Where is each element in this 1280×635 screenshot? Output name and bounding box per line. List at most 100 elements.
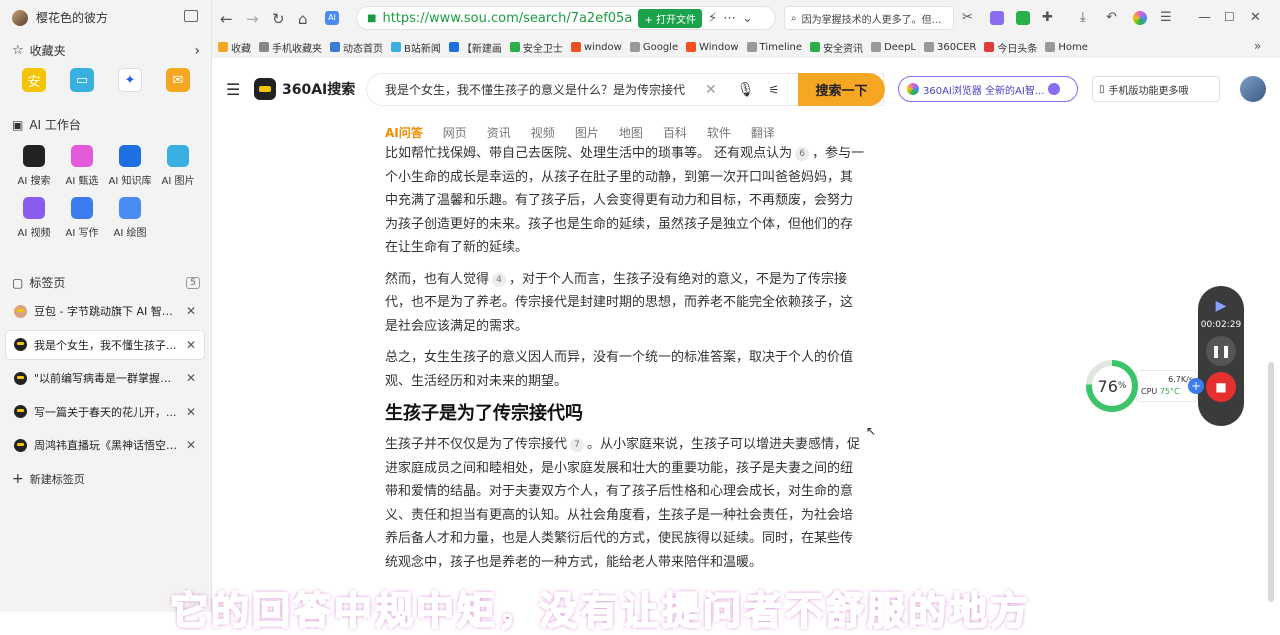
- ai-extension-icon[interactable]: AI: [325, 11, 339, 25]
- paragraph: 然而，也有人觉得 4 ，对于个人而言，生孩子没有绝对的意义，不是为了传宗接代，也不是…: [385, 268, 865, 339]
- baidu-app-icon[interactable]: ✦: [118, 68, 142, 92]
- camera-icon[interactable]: ▶: [1216, 298, 1227, 314]
- sidebar-tab-item[interactable]: "以前编写病毒是一群掌握技... ✕: [6, 364, 204, 392]
- back-icon[interactable]: ←: [220, 10, 233, 28]
- citation-badge[interactable]: 7: [570, 438, 585, 452]
- toolbar-search-text: 因为掌握技术的人更多了。但...: [801, 14, 942, 26]
- home-icon[interactable]: ⌂: [298, 10, 308, 28]
- ai-tool-item[interactable]: AI 视频: [10, 197, 58, 239]
- toolbar-search-box[interactable]: ⌕ 因为掌握技术的人更多了。但...: [784, 6, 954, 30]
- scrollbar[interactable]: [1268, 362, 1274, 602]
- pause-button[interactable]: ❚❚: [1206, 336, 1236, 366]
- search-tab[interactable]: 百科: [663, 124, 687, 141]
- menu-icon[interactable]: ☰: [1160, 10, 1172, 25]
- reload-icon[interactable]: ↻: [272, 10, 285, 28]
- filter-icon[interactable]: ⚟: [769, 83, 780, 97]
- microphone-icon[interactable]: 🎙: [737, 82, 755, 98]
- bookmark-item[interactable]: Window: [686, 42, 739, 53]
- bookmark-item[interactable]: 收藏: [218, 40, 251, 55]
- 360ai-favicon-icon: [14, 371, 27, 385]
- widget-plus-icon[interactable]: +: [1188, 378, 1204, 394]
- maximize-icon[interactable]: ☐: [1224, 10, 1235, 24]
- close-tab-icon[interactable]: ✕: [186, 338, 196, 352]
- bookmark-item[interactable]: window: [570, 42, 622, 53]
- query-text[interactable]: 我是个女生，我不懂生孩子的意义是什么？是为传宗接代，还: [385, 81, 685, 98]
- mobile-text: 手机版功能更多哦: [1108, 85, 1189, 97]
- hamburger-icon[interactable]: ☰: [226, 80, 240, 99]
- profile[interactable]: 樱花色的彼方: [12, 9, 108, 26]
- promo-text: 360AI浏览器 全新的AI智...: [923, 85, 1045, 97]
- ai-tool-item[interactable]: AI 写作: [58, 197, 106, 239]
- close-tab-icon[interactable]: ✕: [186, 438, 196, 452]
- search-tab[interactable]: 网页: [443, 124, 467, 141]
- more-icon[interactable]: ⋯: [723, 11, 736, 26]
- dropdown-icon[interactable]: ⌄: [742, 11, 753, 26]
- minimize-icon[interactable]: —: [1198, 10, 1211, 25]
- sidebar-tab-item[interactable]: 写一篇关于春天的花儿开，... ✕: [6, 398, 204, 426]
- close-window-icon[interactable]: ✕: [1250, 10, 1261, 25]
- bookmark-item[interactable]: 【新建画: [448, 40, 502, 55]
- bookmark-item[interactable]: 今日头条: [984, 40, 1037, 55]
- bookmark-item[interactable]: B站新闻: [391, 40, 441, 55]
- bookmark-item[interactable]: Home: [1045, 42, 1088, 53]
- bookmark-item[interactable]: Timeline: [746, 42, 802, 53]
- ai-tool-item[interactable]: AI 知识库: [106, 145, 154, 187]
- close-tab-icon[interactable]: ✕: [186, 405, 196, 419]
- bookmark-item[interactable]: 安全卫士: [509, 40, 563, 55]
- sidebar-tab-item[interactable]: 我是个女生，我不懂生孩子... ✕: [6, 330, 204, 359]
- bookmark-item[interactable]: 360CER: [924, 42, 976, 53]
- search-tab[interactable]: AI问答: [385, 124, 423, 141]
- extensions-icon[interactable]: ✚: [1042, 10, 1053, 25]
- bolt-icon[interactable]: ⚡: [708, 11, 717, 26]
- wechat-icon[interactable]: [1016, 11, 1030, 25]
- citation-badge[interactable]: 4: [492, 272, 507, 287]
- bookmark-label: 安全资讯: [823, 43, 864, 55]
- sidebar-toggle-icon[interactable]: [184, 10, 198, 22]
- ai-assistant-icon[interactable]: [1133, 11, 1147, 25]
- ai-tool-item[interactable]: AI 甄选: [58, 145, 106, 187]
- search-tab[interactable]: 视频: [531, 124, 555, 141]
- bookmark-item[interactable]: Google: [629, 42, 678, 53]
- more-bookmarks-icon[interactable]: »: [1254, 39, 1261, 53]
- undo-icon[interactable]: ↶: [1106, 10, 1117, 25]
- mail-app-icon[interactable]: ✉: [166, 68, 190, 92]
- stop-button[interactable]: ■: [1206, 372, 1236, 402]
- favorites-header[interactable]: ☆ 收藏夹 ›: [12, 42, 200, 59]
- tabs-count: 5: [186, 276, 200, 289]
- mobile-version-link[interactable]: ▯ 手机版功能更多哦: [1092, 76, 1220, 102]
- search-tab[interactable]: 资讯: [487, 124, 511, 141]
- address-bar[interactable]: ■ https://www.sou.com/search/7a2ef05ac +…: [356, 6, 776, 30]
- close-tab-icon[interactable]: ✕: [186, 304, 196, 318]
- bookmark-item[interactable]: 手机收藏夹: [259, 40, 322, 55]
- ai-tool-item[interactable]: AI 搜索: [10, 145, 58, 187]
- forward-icon[interactable]: →: [246, 10, 259, 28]
- search-tab[interactable]: 软件: [707, 124, 731, 141]
- site-logo[interactable]: 360AI搜索: [254, 78, 355, 100]
- open-file-button[interactable]: + 打开文件: [638, 8, 703, 28]
- search-tab[interactable]: 地图: [619, 124, 643, 141]
- ai-tool-item[interactable]: AI 绘图: [106, 197, 154, 239]
- new-tab-button[interactable]: + 新建标签页: [12, 471, 85, 487]
- download-icon[interactable]: ⤓: [1080, 10, 1086, 25]
- clear-icon[interactable]: ✕: [705, 82, 717, 98]
- performance-widget[interactable]: 6.7K/s CPU 75°C 76% +: [1086, 360, 1204, 412]
- search-button[interactable]: 搜索一下: [798, 73, 885, 106]
- ai-tool-item[interactable]: AI 图片: [154, 145, 202, 187]
- sidebar-tab-item[interactable]: 周鸿祎直播玩《黑神话悟空》... ✕: [6, 431, 204, 459]
- scissors-icon[interactable]: ✂: [962, 10, 973, 25]
- vertical-tabs: AI问答 网页 资讯 视频 图片 地图 百科 软件 翻译: [385, 124, 775, 141]
- bilibili-app-icon[interactable]: ▭: [70, 68, 94, 92]
- user-avatar[interactable]: [1240, 76, 1266, 102]
- sidebar-tab-item[interactable]: 豆包 - 字节跳动旗下 AI 智能... ✕: [6, 297, 204, 325]
- safe-app-icon[interactable]: 安: [22, 68, 46, 92]
- bookmark-item[interactable]: 安全资讯: [810, 40, 863, 55]
- search-tab[interactable]: 图片: [575, 124, 599, 141]
- close-tab-icon[interactable]: ✕: [186, 371, 196, 385]
- citation-badge[interactable]: 6: [795, 147, 810, 161]
- bookmark-item[interactable]: 动态首页: [330, 40, 383, 55]
- search-tab[interactable]: 翻译: [751, 124, 775, 141]
- bookmark-item[interactable]: DeepL: [871, 42, 916, 53]
- url-text[interactable]: https://www.sou.com/search/7a2ef05ac: [382, 11, 632, 26]
- promo-banner[interactable]: 360AI浏览器 全新的AI智...: [898, 76, 1078, 102]
- translate-icon[interactable]: [990, 11, 1004, 25]
